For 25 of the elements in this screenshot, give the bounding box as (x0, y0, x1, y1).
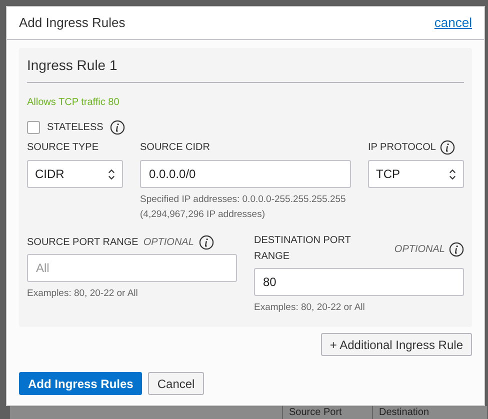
cancel-link[interactable]: cancel (434, 13, 472, 33)
input-field[interactable]: All (27, 254, 237, 282)
submit-button[interactable]: Add Ingress Rules (19, 372, 142, 395)
rule-summary: Allows TCP traffic 80 (27, 96, 120, 110)
column-header: Destination (379, 406, 430, 418)
dialog-title: Add Ingress Rules (19, 14, 126, 32)
help-text: Examples: 80, 20-22 or All (27, 287, 139, 301)
field-label: SOURCE TYPE (27, 140, 98, 154)
column-header: Source Port (289, 406, 342, 418)
field-label: SOURCE CIDR (140, 140, 210, 154)
optional-label: OPTIONAL (394, 242, 445, 256)
field-label: SOURCE PORT RANGE (27, 236, 138, 250)
optional-label: OPTIONAL (143, 236, 194, 250)
input-field[interactable]: 0.0.0.0/0 (140, 160, 351, 188)
additional-rule-button[interactable]: + Additional Ingress Rule (320, 333, 472, 356)
rule-title: Ingress Rule 1 (27, 57, 118, 73)
help-text: Examples: 80, 20-22 or All (254, 301, 366, 315)
cancel-button[interactable]: Cancel (148, 372, 204, 395)
field-label: DESTINATION PORT RANGE (254, 234, 352, 264)
help-text: Specified IP addresses: 0.0.0.0-255.255.255.255 (4,294,967,296 IP addresses) (140, 193, 347, 222)
field-label: IP PROTOCOL (368, 140, 436, 154)
checkbox-label: STATELESS (47, 121, 104, 135)
input-field[interactable]: 80 (254, 268, 464, 296)
select-field[interactable]: TCP (368, 160, 464, 188)
select-field[interactable]: CIDR (27, 160, 123, 188)
